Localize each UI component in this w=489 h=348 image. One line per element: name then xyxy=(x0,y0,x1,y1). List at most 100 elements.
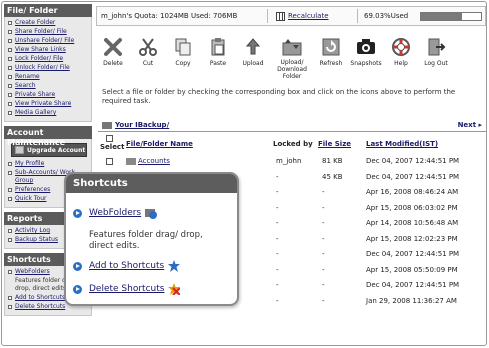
copy-button[interactable]: Copy xyxy=(166,32,200,80)
row-modified: Apr 16, 2008 08:46:24 AM xyxy=(366,188,459,196)
sidebar-item-unshare[interactable]: Unshare Folder/ File xyxy=(7,37,89,45)
used-percent: 69.03%Used xyxy=(364,12,409,20)
scissors-icon xyxy=(137,36,159,58)
usage-progress-fill xyxy=(421,12,463,20)
arrow-icon xyxy=(73,208,82,218)
logout-button[interactable]: Log Out xyxy=(419,32,453,80)
bullet-icon xyxy=(8,66,12,70)
table-header: Select File/Folder Name Locked by File S… xyxy=(98,135,486,153)
recalculate-link[interactable]: Recalculate xyxy=(268,11,357,21)
row-locked: - xyxy=(276,219,279,227)
sidebar-item-view-share-links[interactable]: View Share Links xyxy=(7,46,89,54)
bullet-icon xyxy=(8,171,12,175)
folder-icon xyxy=(126,158,136,165)
camera-icon xyxy=(355,36,377,58)
bullet-icon xyxy=(8,197,12,201)
bullet-icon xyxy=(8,39,12,43)
upgrade-icon xyxy=(15,146,24,154)
cut-button[interactable]: Cut xyxy=(131,32,165,80)
row-modified: Apr 15, 2008 12:02:23 PM xyxy=(366,234,458,243)
upload-button[interactable]: Upload xyxy=(236,32,270,80)
row-size: - xyxy=(322,188,325,196)
row-modified: Apr 15, 2008 06:03:02 PM xyxy=(366,203,458,212)
next-link[interactable]: Next ▸ xyxy=(458,121,482,129)
upload-icon xyxy=(242,36,264,58)
column-modified[interactable]: Last Modified(IST) xyxy=(366,140,438,148)
sidebar-item-search[interactable]: Search xyxy=(7,82,89,90)
popup-webfolders[interactable]: WebFolders xyxy=(73,207,158,219)
paste-icon xyxy=(207,36,229,58)
refresh-button[interactable]: Refresh xyxy=(314,32,348,80)
bullet-icon xyxy=(8,93,12,97)
arrow-icon xyxy=(73,284,82,294)
sidebar-item-media-gallery[interactable]: Media Gallery xyxy=(7,109,89,117)
webfolders-description: Features folder drag/ drop, direct edits… xyxy=(89,230,203,251)
help-button[interactable]: Help xyxy=(384,32,418,80)
row-size: - xyxy=(322,265,325,274)
copy-icon xyxy=(172,36,194,58)
sidebar-item-my-profile[interactable]: My Profile xyxy=(7,160,89,168)
calculator-icon xyxy=(276,11,285,21)
sidebar-item-private-share[interactable]: Private Share xyxy=(7,91,89,99)
row-size: - xyxy=(322,219,325,227)
webfolders-icon xyxy=(145,207,158,219)
sidebar-item-view-private-share[interactable]: View Private Share xyxy=(7,100,89,108)
row-modified: Dec 04, 2007 12:44:51 PM xyxy=(366,250,460,258)
breadcrumb: Your IBackup/ Next ▸ xyxy=(102,121,482,129)
arrow-icon xyxy=(73,261,82,271)
row-name[interactable]: Accounts xyxy=(138,157,170,165)
bullet-icon xyxy=(8,238,12,242)
row-locked: - xyxy=(276,281,279,289)
section-file-folder: Create Folder Share Folder/ File Unshare… xyxy=(4,17,92,122)
quota-text: m_john's Quota: 1024MB Used: 706MB xyxy=(101,12,238,20)
lifebuoy-icon xyxy=(390,36,412,58)
toolbar: Delete Cut Copy Paste Upload Upload/ Dow… xyxy=(96,32,486,80)
upload-download-folder-icon xyxy=(281,36,303,57)
delete-shortcut-icon xyxy=(168,283,182,296)
bullet-icon xyxy=(8,75,12,79)
popup-delete-shortcuts[interactable]: Delete Shortcuts xyxy=(73,283,182,296)
bullet-icon xyxy=(8,48,12,52)
sidebar-item-unlock[interactable]: Unlock Folder/ File xyxy=(7,64,89,72)
usage-progress-bar xyxy=(420,11,482,21)
column-size[interactable]: File Size xyxy=(318,140,351,148)
column-name[interactable]: File/Folder Name xyxy=(126,140,193,148)
sidebar-item-share[interactable]: Share Folder/ File xyxy=(7,28,89,36)
paste-button[interactable]: Paste xyxy=(201,32,235,80)
shortcuts-popup: Shortcuts WebFolders Features folder dra… xyxy=(64,172,239,306)
row-locked: - xyxy=(276,172,279,181)
row-modified: Apr 14, 2008 10:56:48 AM xyxy=(366,219,459,227)
bullet-icon xyxy=(8,57,12,61)
divider xyxy=(98,131,486,132)
delete-button[interactable]: Delete xyxy=(96,32,130,80)
bullet-icon xyxy=(8,111,12,115)
section-title-file-folder: File/ Folder xyxy=(4,4,92,17)
bullet-icon xyxy=(8,162,12,166)
row-locked: - xyxy=(276,188,279,196)
sidebar-item-rename[interactable]: Rename xyxy=(7,73,89,81)
select-all[interactable]: Select xyxy=(100,135,124,151)
sidebar-item-create-folder[interactable]: Create Folder xyxy=(7,19,89,27)
row-modified: Dec 04, 2007 12:44:51 PM xyxy=(366,172,460,181)
add-shortcut-icon xyxy=(168,260,181,272)
snapshots-button[interactable]: Snapshots xyxy=(349,32,383,80)
column-locked: Locked by xyxy=(273,140,313,148)
bullet-icon xyxy=(8,270,12,274)
popup-add-shortcuts[interactable]: Add to Shortcuts xyxy=(73,260,181,272)
bullet-icon xyxy=(8,188,12,192)
sidebar-item-lock[interactable]: Lock Folder/ File xyxy=(7,55,89,63)
folder-icon xyxy=(102,121,112,129)
logout-icon xyxy=(425,36,447,58)
bullet-icon xyxy=(8,296,12,300)
instruction-text: Select a file or folder by checking the … xyxy=(102,88,456,105)
select-all-checkbox[interactable] xyxy=(105,135,113,142)
row-modified: Apr 15, 2008 05:50:09 PM xyxy=(366,265,458,274)
table-row[interactable]: Accounts m_john 81 KB Dec 04, 2007 12:44:51… xyxy=(98,155,486,169)
row-modified: Dec 04, 2007 12:44:51 PM xyxy=(366,157,460,165)
bullet-icon xyxy=(8,84,12,88)
refresh-icon xyxy=(320,36,342,58)
row-checkbox[interactable] xyxy=(106,158,113,165)
upload-download-folder-button[interactable]: Upload/ Download Folder xyxy=(271,32,313,80)
bullet-icon xyxy=(8,305,12,309)
breadcrumb-root[interactable]: Your IBackup/ xyxy=(115,121,169,129)
